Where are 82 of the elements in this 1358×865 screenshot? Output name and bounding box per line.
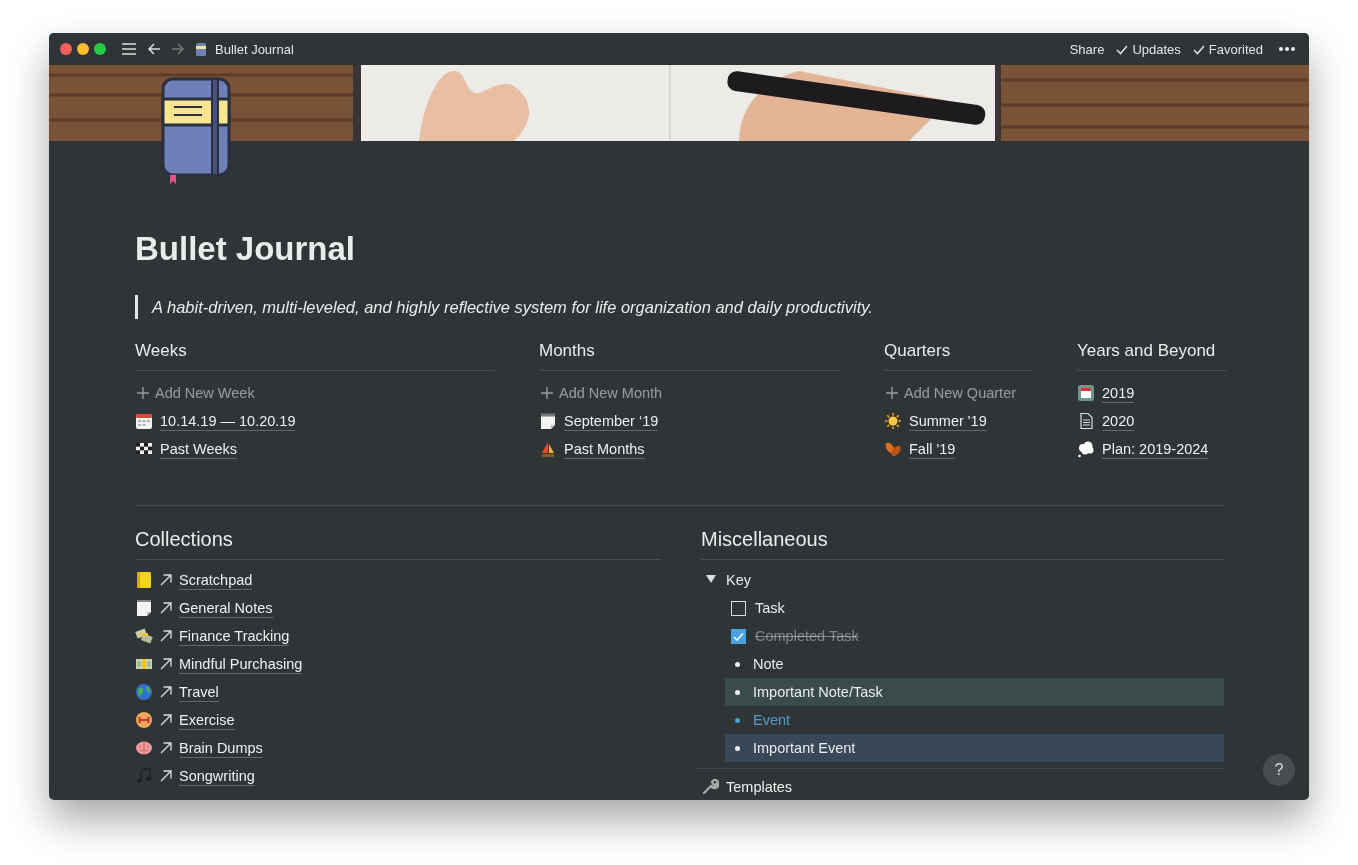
zoom-button[interactable] bbox=[94, 43, 106, 55]
link-arrow-icon bbox=[160, 574, 172, 586]
link-arrow-icon bbox=[160, 686, 172, 698]
bullet-icon bbox=[735, 689, 740, 695]
todo-text: Task bbox=[755, 600, 785, 616]
help-button[interactable]: ? bbox=[1263, 754, 1295, 786]
bullet-icon bbox=[735, 661, 740, 667]
column-heading: Quarters bbox=[884, 341, 1033, 371]
section-heading: Collections bbox=[135, 528, 660, 560]
page-link[interactable]: Fall '19 bbox=[909, 439, 956, 459]
calendar-icon bbox=[135, 412, 153, 430]
page-link[interactable]: Past Weeks bbox=[160, 439, 238, 459]
add-button[interactable]: Add New Quarter bbox=[884, 385, 1017, 401]
globe-icon bbox=[135, 683, 153, 701]
column-heading: Weeks bbox=[135, 341, 495, 371]
window-title: Bullet Journal bbox=[215, 41, 294, 57]
link-arrow-icon bbox=[160, 602, 172, 614]
page-link[interactable]: 2019 bbox=[1102, 383, 1135, 403]
banknotes-icon bbox=[135, 627, 153, 645]
notebook-icon bbox=[135, 571, 153, 589]
page-link[interactable]: Templates bbox=[726, 779, 793, 795]
brain-icon bbox=[135, 739, 153, 757]
quote-text: A habit-driven, multi-leveled, and highly reflective system for life organization and daily productivity. bbox=[135, 295, 1224, 319]
calendar-icon bbox=[1077, 384, 1095, 402]
add-button[interactable]: Add New Month bbox=[539, 385, 663, 401]
page-link[interactable]: Past Months bbox=[564, 439, 645, 459]
toolbar-button[interactable]: Share bbox=[1063, 41, 1111, 57]
page-title: Bullet Journal bbox=[135, 229, 357, 269]
toolbar-button[interactable]: Favorited bbox=[1186, 41, 1269, 57]
toggle-triangle-icon[interactable] bbox=[706, 575, 716, 585]
toolbar-button[interactable]: Updates bbox=[1110, 41, 1187, 57]
notepad-icon bbox=[135, 599, 153, 617]
page-link[interactable]: Scratchpad bbox=[179, 570, 253, 590]
notebook-icon bbox=[160, 77, 232, 185]
page-link[interactable]: Mindful Purchasing bbox=[179, 654, 303, 674]
bullet-icon bbox=[735, 745, 740, 751]
dumbbell-icon bbox=[135, 711, 153, 729]
page-link[interactable]: Brain Dumps bbox=[179, 738, 263, 758]
minimize-button[interactable] bbox=[77, 43, 89, 55]
plus-icon bbox=[541, 387, 553, 399]
column-heading: Years and Beyond bbox=[1077, 341, 1226, 371]
notebook-icon bbox=[195, 41, 207, 57]
page-link[interactable]: Exercise bbox=[179, 710, 235, 730]
link-arrow-icon bbox=[160, 630, 172, 642]
bullet-text: Note bbox=[753, 656, 784, 672]
add-button[interactable]: Add New Week bbox=[135, 385, 255, 401]
checkmark-icon bbox=[733, 631, 744, 641]
bullet-text: Event bbox=[753, 712, 791, 728]
page-link[interactable]: Finance Tracking bbox=[179, 626, 290, 646]
back-arrow-icon[interactable] bbox=[147, 42, 161, 56]
page-link[interactable]: Plan: 2019-2024 bbox=[1102, 439, 1209, 459]
plus-icon bbox=[886, 387, 898, 399]
sailboat-icon bbox=[539, 440, 557, 458]
toggle-label[interactable]: Key bbox=[726, 572, 751, 588]
column-heading: Months bbox=[539, 341, 840, 371]
link-arrow-icon bbox=[160, 658, 172, 670]
link-arrow-icon bbox=[160, 742, 172, 754]
section-heading: Miscellaneous bbox=[701, 528, 1224, 560]
leaves-icon bbox=[884, 440, 902, 458]
tear-off-calendar-icon bbox=[539, 412, 557, 430]
page-link[interactable]: Travel bbox=[179, 682, 219, 702]
plus-icon bbox=[137, 387, 149, 399]
forward-arrow-icon[interactable] bbox=[171, 42, 185, 56]
sun-icon bbox=[884, 412, 902, 430]
more-icon[interactable] bbox=[1279, 46, 1295, 52]
thought-bubble-icon bbox=[1077, 440, 1095, 458]
bullet-icon bbox=[735, 717, 740, 723]
menu-icon[interactable] bbox=[121, 42, 137, 56]
link-arrow-icon bbox=[160, 714, 172, 726]
page-link[interactable]: General Notes bbox=[179, 598, 273, 618]
bullet-text: Important Note/Task bbox=[753, 684, 883, 700]
bullet-text: Important Event bbox=[753, 740, 856, 756]
close-button[interactable] bbox=[60, 43, 72, 55]
page-link[interactable]: Songwriting bbox=[179, 766, 255, 786]
page-link[interactable]: September ‘19 bbox=[564, 411, 659, 431]
todo-text: Completed Task bbox=[755, 628, 859, 644]
page-link[interactable]: 10.14.19 — 10.20.19 bbox=[160, 411, 296, 431]
checkbox[interactable] bbox=[731, 628, 746, 644]
document-icon bbox=[1077, 412, 1095, 430]
page-link[interactable]: 2020 bbox=[1102, 411, 1135, 431]
link-arrow-icon bbox=[160, 770, 172, 782]
page-link[interactable]: Summer '19 bbox=[909, 411, 987, 431]
